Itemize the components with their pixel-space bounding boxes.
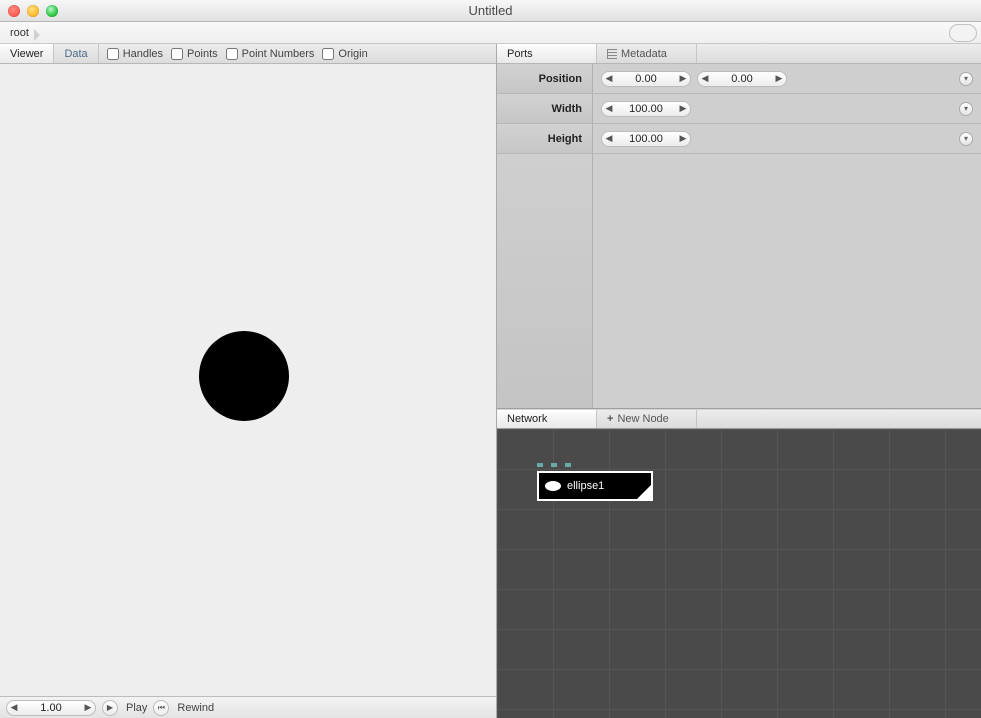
tab-viewer[interactable]: Viewer [0, 44, 54, 63]
param-label-position: Position [497, 64, 593, 93]
rewind-icon[interactable]: ⏮ [153, 700, 169, 716]
toggle-points[interactable]: Points [171, 48, 218, 60]
ellipse-icon [545, 481, 561, 491]
width-value[interactable]: 100.00 [616, 103, 676, 115]
frame-spinner[interactable]: ◀ 1.00 ▶ [6, 700, 96, 716]
width-spinner[interactable]: ◀ 100.00 ▶ [601, 101, 691, 117]
metadata-icon [607, 49, 617, 59]
tab-data[interactable]: Data [54, 44, 98, 63]
param-label-height: Height [497, 124, 593, 153]
checkbox-points[interactable] [171, 48, 183, 60]
node-port-handles[interactable] [537, 463, 571, 467]
position-y-inc-icon[interactable]: ▶ [772, 72, 786, 86]
tab-new-node-label: New Node [617, 413, 668, 425]
height-dec-icon[interactable]: ◀ [602, 132, 616, 146]
param-row-height: Height ◀ 100.00 ▶ ▾ [497, 124, 981, 154]
toggle-origin-label: Origin [338, 48, 367, 60]
tab-metadata[interactable]: Metadata [597, 44, 697, 63]
ports-tabstrip: Ports Metadata [497, 44, 981, 64]
node-render-flag-icon[interactable] [637, 485, 651, 499]
viewer-canvas[interactable] [0, 64, 496, 696]
position-y-dec-icon[interactable]: ◀ [698, 72, 712, 86]
address-search-input[interactable] [949, 24, 977, 42]
tab-ports[interactable]: Ports [497, 44, 597, 63]
play-icon[interactable]: ▶ [102, 700, 118, 716]
rewind-label[interactable]: Rewind [177, 702, 214, 714]
position-x-dec-icon[interactable]: ◀ [602, 72, 616, 86]
checkbox-origin[interactable] [322, 48, 334, 60]
network-canvas[interactable]: ellipse1 [497, 429, 981, 718]
tab-network[interactable]: Network [497, 410, 597, 428]
left-pane: Viewer Data Handles Points Point Numbers… [0, 44, 497, 718]
height-spinner[interactable]: ◀ 100.00 ▶ [601, 131, 691, 147]
node-ellipse1[interactable]: ellipse1 [537, 471, 653, 501]
height-value[interactable]: 100.00 [616, 133, 676, 145]
playback-bar: ◀ 1.00 ▶ ▶ Play ⏮ Rewind [0, 696, 496, 718]
param-row-width: Width ◀ 100.00 ▶ ▾ [497, 94, 981, 124]
checkbox-handles[interactable] [107, 48, 119, 60]
position-y-value[interactable]: 0.00 [712, 73, 772, 85]
tab-new-node[interactable]: + New Node [597, 410, 697, 428]
viewer-tabstrip: Viewer Data Handles Points Point Numbers… [0, 44, 496, 64]
param-label-width: Width [497, 94, 593, 123]
toggle-point-numbers[interactable]: Point Numbers [226, 48, 315, 60]
right-pane: Ports Metadata Position ◀ 0.00 ▶ ◀ 0.00 … [497, 44, 981, 718]
param-row-position: Position ◀ 0.00 ▶ ◀ 0.00 ▶ ▾ [497, 64, 981, 94]
network-tabstrip: Network + New Node [497, 409, 981, 429]
breadcrumb-root[interactable]: root [6, 27, 37, 39]
plus-icon: + [607, 413, 613, 425]
toggle-point-numbers-label: Point Numbers [242, 48, 315, 60]
toggle-handles[interactable]: Handles [107, 48, 163, 60]
frame-value[interactable]: 1.00 [21, 702, 81, 714]
position-disclosure-icon[interactable]: ▾ [959, 72, 973, 86]
parameters-empty-area [497, 154, 981, 408]
titlebar: Untitled [0, 0, 981, 22]
breadcrumb-bar: root [0, 22, 981, 44]
play-label[interactable]: Play [126, 702, 147, 714]
viewer-ellipse-shape [199, 331, 289, 421]
tab-metadata-label: Metadata [621, 48, 667, 60]
node-label: ellipse1 [567, 480, 604, 492]
toggle-origin[interactable]: Origin [322, 48, 367, 60]
position-x-value[interactable]: 0.00 [616, 73, 676, 85]
frame-decrement-icon[interactable]: ◀ [7, 701, 21, 715]
width-dec-icon[interactable]: ◀ [602, 102, 616, 116]
parameters-panel: Position ◀ 0.00 ▶ ◀ 0.00 ▶ ▾ [497, 64, 981, 409]
width-disclosure-icon[interactable]: ▾ [959, 102, 973, 116]
position-x-inc-icon[interactable]: ▶ [676, 72, 690, 86]
frame-increment-icon[interactable]: ▶ [81, 701, 95, 715]
position-y-spinner[interactable]: ◀ 0.00 ▶ [697, 71, 787, 87]
toggle-handles-label: Handles [123, 48, 163, 60]
height-inc-icon[interactable]: ▶ [676, 132, 690, 146]
width-inc-icon[interactable]: ▶ [676, 102, 690, 116]
window-title: Untitled [0, 3, 981, 18]
position-x-spinner[interactable]: ◀ 0.00 ▶ [601, 71, 691, 87]
height-disclosure-icon[interactable]: ▾ [959, 132, 973, 146]
toggle-points-label: Points [187, 48, 218, 60]
checkbox-point-numbers[interactable] [226, 48, 238, 60]
main-split: Viewer Data Handles Points Point Numbers… [0, 44, 981, 718]
